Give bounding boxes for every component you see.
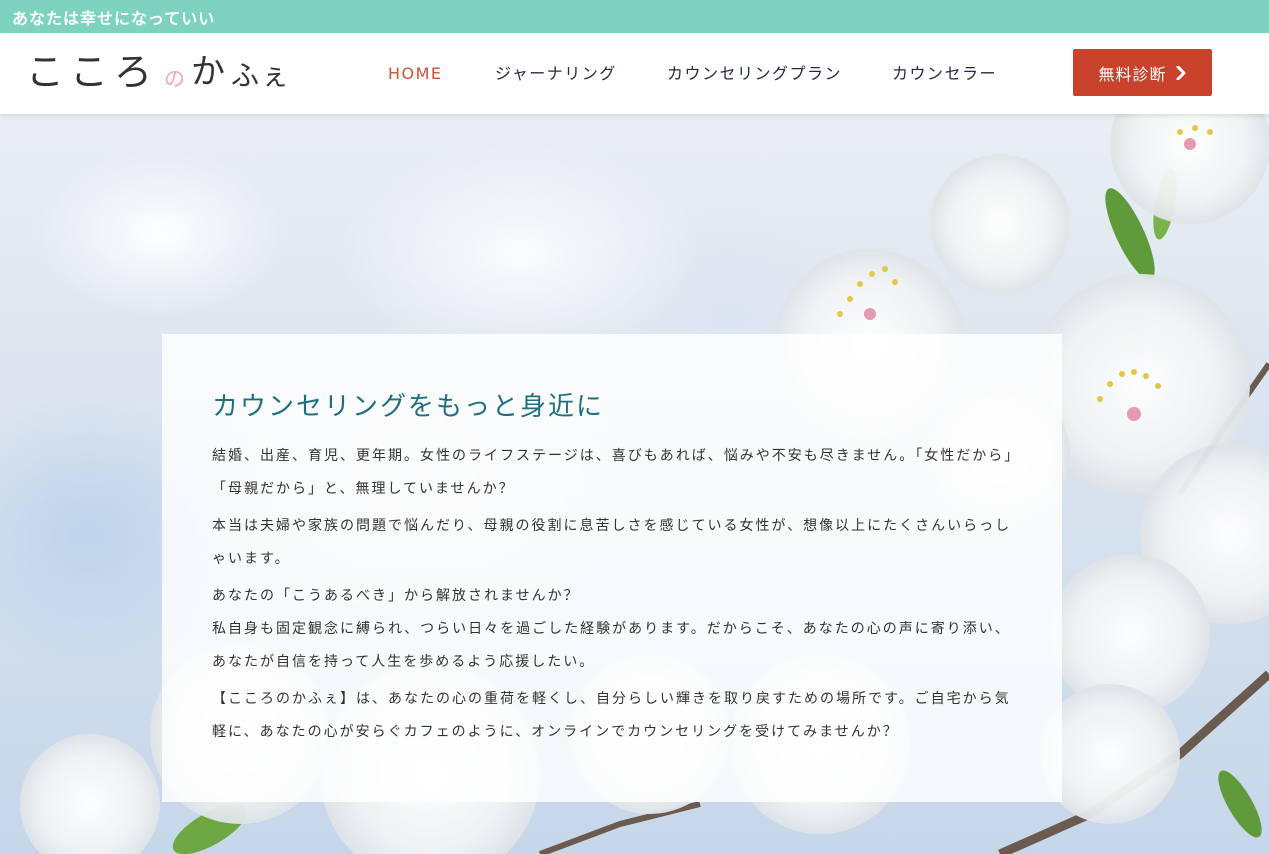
free-diagnosis-button[interactable]: 無料診断	[1073, 49, 1212, 96]
intro-paragraph-3: あなたの「こうあるべき」から解放されませんか？ 私自身も固定観念に縛られ、つらい…	[212, 588, 1011, 670]
intro-paragraph-4: 【こころのかふぇ】は、あなたの心の重荷を軽くし、自分らしい輝きを取り戻すための場…	[212, 691, 1011, 740]
top-tagline-bar: あなたは幸せになっていい	[0, 0, 1269, 33]
intro-paragraph-1: 結婚、出産、育児、更年期。女性のライフステージは、喜びもあれば、悩みや不安も尽き…	[212, 448, 1021, 497]
nav-item-home[interactable]: HOME	[388, 63, 443, 85]
intro-paragraphs: 結婚、出産、育児、更年期。女性のライフステージは、喜びもあれば、悩みや不安も尽き…	[212, 440, 1022, 753]
nav-item-counseling-plan[interactable]: カウンセリングプラン	[667, 63, 842, 85]
intro-paragraph-2: 本当は夫婦や家族の問題で悩んだり、母親の役割に息苦しさを感じている女性が、想像以…	[212, 518, 1012, 567]
free-diagnosis-label: 無料診断	[1098, 64, 1167, 84]
nav-item-journaling[interactable]: ジャーナリング	[495, 63, 617, 85]
site-header: こころ の か ふぇ HOME ジャーナリング カウンセリングプラン カウンセラ…	[0, 33, 1269, 114]
tagline-text: あなたは幸せになっていい	[12, 9, 216, 28]
intro-card: カウンセリングをもっと身近に 結婚、出産、育児、更年期。女性のライフステージは、…	[162, 334, 1062, 802]
chevron-right-icon	[1176, 65, 1185, 80]
nav-item-counselor[interactable]: カウンセラー	[892, 63, 997, 85]
intro-heading: カウンセリングをもっと身近に	[212, 392, 605, 422]
hero-section: カウンセリングをもっと身近に 結婚、出産、育児、更年期。女性のライフステージは、…	[0, 114, 1269, 854]
